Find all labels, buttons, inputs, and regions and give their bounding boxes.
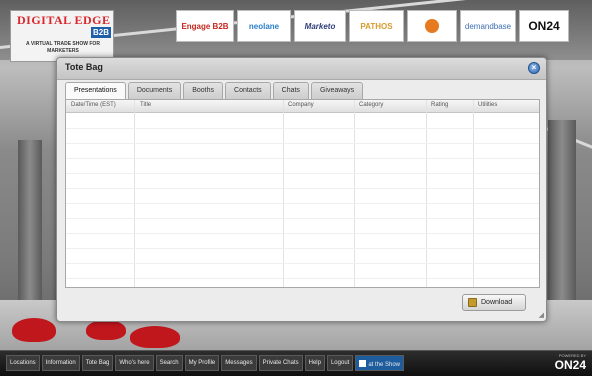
bottom-nav-bar: Locations Information Tote Bag Who's her… <box>0 350 592 376</box>
window-header[interactable]: Tote Bag × <box>57 58 546 80</box>
resize-grip-icon[interactable]: ◢ <box>539 311 544 319</box>
sponsor-logo[interactable]: demandbase <box>460 10 516 42</box>
nav-help[interactable]: Help <box>304 355 325 371</box>
column-header-title[interactable]: Title <box>140 102 151 108</box>
column-header-category[interactable]: Category <box>359 102 383 108</box>
nav-at-the-show[interactable]: at the Show <box>355 355 405 371</box>
on24-brand: POWERED BY ON24 <box>544 353 586 375</box>
nav-private-chats[interactable]: Private Chats <box>258 355 303 371</box>
tab-documents[interactable]: Documents <box>127 82 182 99</box>
brand-name: ON24 <box>554 358 586 372</box>
row-divider <box>66 263 539 264</box>
twitter-icon <box>359 360 367 367</box>
logo-badge: B2B <box>91 27 112 38</box>
column-header-datetime[interactable]: Date/Time (EST) <box>71 102 116 108</box>
window-title: Tote Bag <box>65 62 103 72</box>
download-icon <box>468 298 477 307</box>
red-chair <box>12 318 56 342</box>
row-divider <box>66 173 539 174</box>
sponsor-bar: Engage B2B neolane Marketo PATHOS demand… <box>176 10 569 42</box>
row-divider <box>66 203 539 204</box>
pillar <box>548 120 576 320</box>
tote-bag-window: Tote Bag × Presentations Documents Booth… <box>56 57 547 322</box>
row-divider <box>66 218 539 219</box>
row-divider <box>66 248 539 249</box>
logo-subtitle: A VIRTUAL TRADE SHOW FOR MARKETERS <box>26 41 100 54</box>
presentations-grid: Date/Time (EST) Title Company Category R… <box>65 99 540 288</box>
logo-title: DIGITAL EDGE <box>17 13 111 27</box>
close-icon[interactable]: × <box>528 62 540 74</box>
row-divider <box>66 128 539 129</box>
nav-locations[interactable]: Locations <box>6 355 40 371</box>
column-header-rating[interactable]: Rating <box>431 102 448 108</box>
grid-header: Date/Time (EST) Title Company Category R… <box>66 100 539 113</box>
nav-information[interactable]: Information <box>41 355 80 371</box>
sponsor-logo[interactable]: Engage B2B <box>176 10 234 42</box>
sponsor-logo[interactable]: Marketo <box>294 10 346 42</box>
nav-tote-bag[interactable]: Tote Bag <box>81 355 114 371</box>
red-chair <box>86 320 126 340</box>
download-button[interactable]: Download <box>462 294 526 311</box>
nav-messages[interactable]: Messages <box>221 355 257 371</box>
nav-items: Locations Information Tote Bag Who's her… <box>6 355 405 371</box>
tab-strip: Presentations Documents Booths Contacts … <box>65 82 365 99</box>
nav-whos-here[interactable]: Who's here <box>115 355 154 371</box>
column-header-company[interactable]: Company <box>288 102 314 108</box>
tab-booths[interactable]: Booths <box>183 82 224 99</box>
tab-presentations[interactable]: Presentations <box>65 82 126 99</box>
tab-giveaways[interactable]: Giveaways <box>310 82 364 99</box>
row-divider <box>66 143 539 144</box>
nav-logout[interactable]: Logout <box>326 355 354 371</box>
row-divider <box>66 188 539 189</box>
row-divider <box>66 278 539 279</box>
sponsor-logo[interactable]: neolane <box>237 10 291 42</box>
nav-my-profile[interactable]: My Profile <box>184 355 220 371</box>
event-logo[interactable]: DIGITAL EDGE B2B A VIRTUAL TRADE SHOW FO… <box>10 10 114 62</box>
row-divider <box>66 233 539 234</box>
sponsor-circle-icon <box>425 19 439 33</box>
download-label: Download <box>481 299 513 306</box>
nav-search[interactable]: Search <box>155 355 183 371</box>
red-chair <box>130 326 180 348</box>
nav-at-the-show-label: at the Show <box>368 362 401 368</box>
pillar <box>18 140 42 320</box>
column-header-utilities[interactable]: Utilities <box>478 102 497 108</box>
sponsor-logo[interactable]: ON24 <box>519 10 569 42</box>
tab-chats[interactable]: Chats <box>272 82 309 99</box>
row-divider <box>66 158 539 159</box>
tab-contacts[interactable]: Contacts <box>225 82 271 99</box>
sponsor-logo[interactable]: PATHOS <box>349 10 404 42</box>
sponsor-logo[interactable] <box>407 10 457 42</box>
